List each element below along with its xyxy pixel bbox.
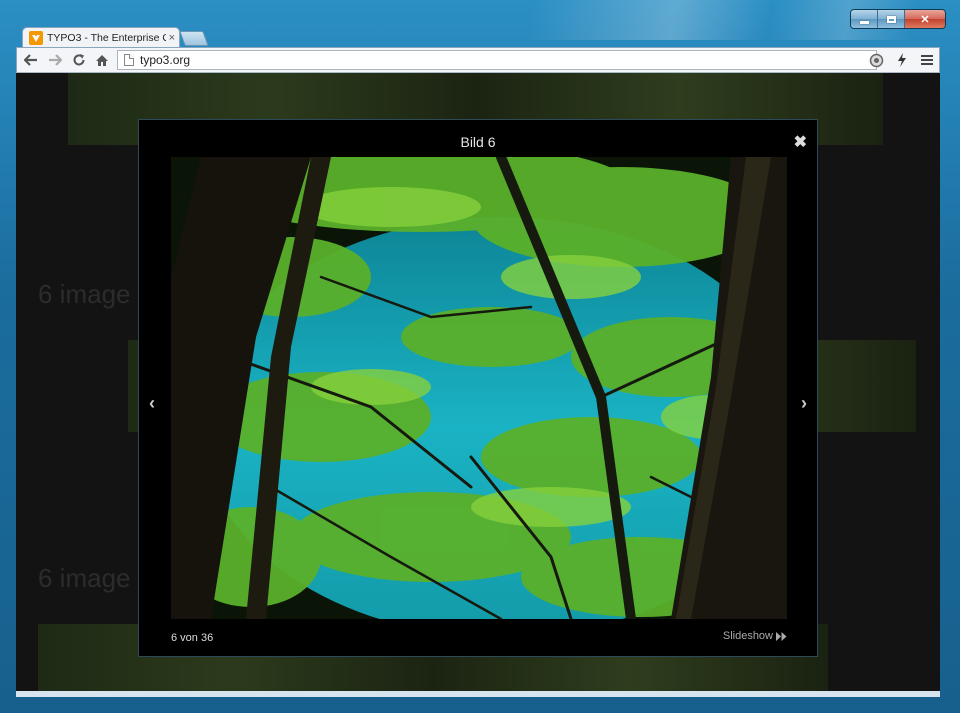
reload-icon[interactable] bbox=[71, 52, 87, 68]
address-bar[interactable]: typo3.org bbox=[117, 50, 877, 70]
browser-window: ✕ TYPO3 - The Enterprise O × typo3.org 6… bbox=[0, 0, 960, 713]
image-counter: 6 von 36 bbox=[171, 632, 214, 644]
lightbox-title: Bild 6 bbox=[460, 134, 496, 150]
tab-title: TYPO3 - The Enterprise O bbox=[47, 31, 166, 44]
typo3-logo-icon bbox=[29, 30, 43, 45]
tab-close-icon[interactable]: × bbox=[169, 32, 175, 44]
browser-tab[interactable]: TYPO3 - The Enterprise O × bbox=[22, 27, 180, 47]
url-text: typo3.org bbox=[140, 53, 191, 67]
extension-icon[interactable] bbox=[868, 52, 884, 68]
page-viewport: 6 image 6 image Bild 6 ✖ ‹ › 6 von 36 Sl… bbox=[16, 73, 940, 691]
background-heading: 6 image bbox=[38, 279, 131, 309]
home-icon[interactable] bbox=[94, 52, 110, 68]
maximize-icon bbox=[886, 15, 896, 23]
fast-forward-icon bbox=[776, 631, 787, 641]
menu-icon[interactable] bbox=[919, 52, 935, 68]
back-icon[interactable] bbox=[23, 52, 39, 68]
slideshow-button[interactable]: Slideshow bbox=[723, 630, 787, 642]
page-icon bbox=[124, 54, 134, 66]
forest-lake-photo bbox=[171, 157, 787, 619]
previous-image-button[interactable]: ‹ bbox=[149, 393, 155, 414]
close-window-button[interactable]: ✕ bbox=[905, 10, 945, 28]
minimize-icon bbox=[859, 20, 869, 24]
close-icon[interactable]: ✖ bbox=[794, 132, 807, 152]
next-image-button[interactable]: › bbox=[801, 393, 807, 414]
new-tab-button[interactable] bbox=[179, 31, 209, 46]
lightning-icon[interactable] bbox=[894, 52, 910, 68]
lightbox-dialog: Bild 6 ✖ ‹ › 6 von 36 Slideshow bbox=[138, 119, 818, 657]
forward-icon[interactable] bbox=[47, 52, 63, 68]
browser-toolbar: typo3.org bbox=[16, 47, 940, 73]
window-controls: ✕ bbox=[850, 9, 946, 29]
lightbox-photo bbox=[171, 157, 787, 619]
slideshow-label: Slideshow bbox=[722, 630, 773, 642]
window-bottom-edge bbox=[16, 691, 940, 697]
background-heading: 6 image bbox=[38, 563, 131, 593]
maximize-button[interactable] bbox=[878, 10, 905, 28]
close-icon: ✕ bbox=[920, 13, 930, 26]
minimize-button[interactable] bbox=[851, 10, 878, 28]
